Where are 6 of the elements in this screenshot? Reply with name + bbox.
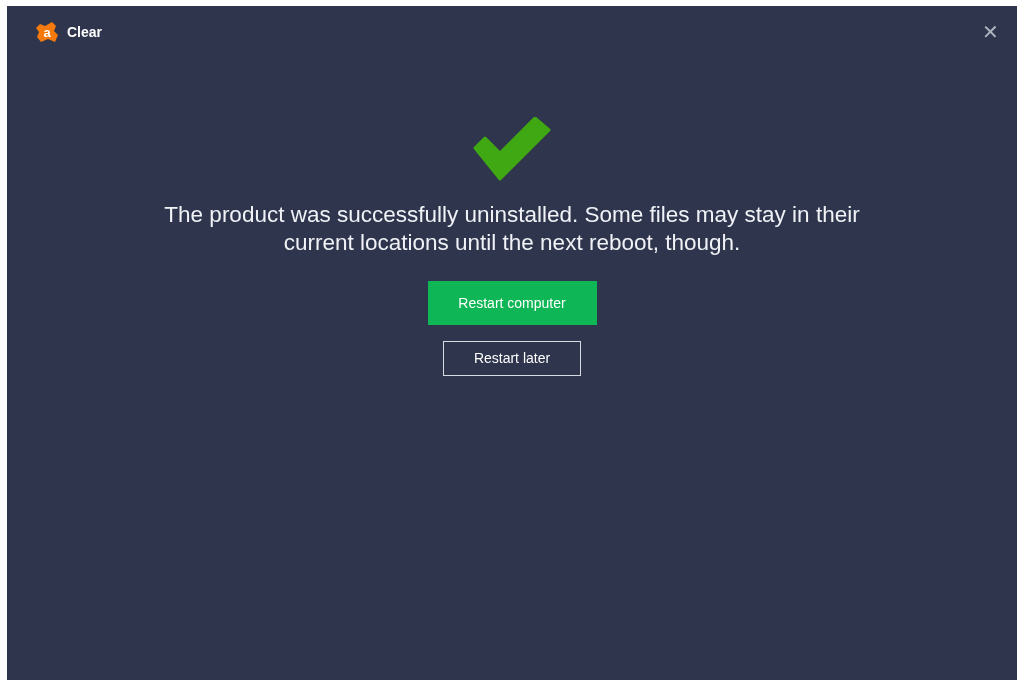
checkmark-icon — [473, 117, 551, 181]
logo-icon: a — [35, 20, 59, 44]
close-button[interactable]: ✕ — [982, 22, 999, 42]
restart-later-button[interactable]: Restart later — [443, 341, 581, 376]
app-title: Clear — [67, 22, 103, 42]
status-message: The product was successfully uninstalled. Some files may stay in their current locations until the next reboot, though. — [163, 201, 861, 257]
